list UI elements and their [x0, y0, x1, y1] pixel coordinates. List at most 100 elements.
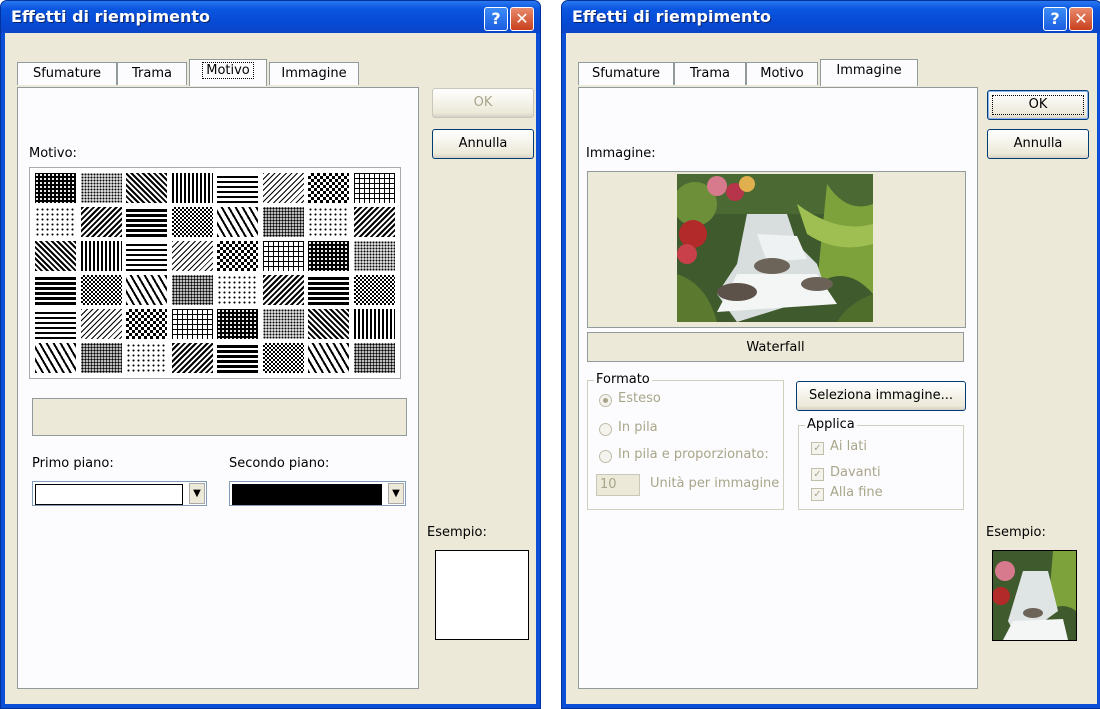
pattern-swatch[interactable] — [34, 342, 77, 374]
sample-preview — [992, 550, 1077, 641]
apply-group-title: Applica — [805, 417, 857, 432]
pattern-swatch[interactable] — [34, 274, 77, 306]
pattern-swatch[interactable] — [79, 308, 123, 340]
close-button[interactable]: ✕ — [510, 7, 534, 31]
pattern-swatch[interactable] — [79, 172, 123, 204]
title-bar[interactable]: Effetti di riempimento ? ✕ — [562, 1, 1100, 33]
tab-motivo[interactable]: Motivo — [189, 59, 267, 86]
pattern-swatch[interactable] — [170, 240, 214, 272]
pattern-swatch[interactable] — [307, 342, 350, 374]
pattern-swatch[interactable] — [170, 274, 214, 306]
tab-trama[interactable]: Trama — [117, 62, 187, 85]
dialog-client-area: Sfumature Trama Motivo Immagine OK Annul… — [566, 33, 1097, 704]
help-button[interactable]: ? — [1043, 7, 1067, 31]
dialog-client-area: Sfumature Trama Motivo Immagine OK Annul… — [5, 33, 536, 704]
pattern-swatch[interactable] — [170, 172, 214, 204]
pattern-swatch[interactable] — [261, 342, 305, 374]
tab-immagine[interactable]: Immagine — [269, 62, 359, 85]
checkbox-alla-fine[interactable]: ✓ — [811, 488, 824, 501]
ok-button[interactable]: OK — [432, 88, 534, 118]
pattern-swatch[interactable] — [307, 274, 350, 306]
pattern-swatch[interactable] — [79, 274, 123, 306]
pattern-swatch[interactable] — [170, 206, 214, 238]
pattern-swatch[interactable] — [125, 172, 168, 204]
pattern-swatch[interactable] — [34, 240, 77, 272]
pattern-swatch[interactable] — [34, 308, 77, 340]
pattern-swatch[interactable] — [261, 172, 305, 204]
tab-immagine[interactable]: Immagine — [820, 59, 918, 86]
pattern-swatch[interactable] — [170, 342, 214, 374]
pattern-swatch[interactable] — [352, 240, 396, 272]
pattern-swatch[interactable] — [352, 172, 396, 204]
pattern-swatch[interactable] — [352, 308, 396, 340]
radio-in-pila-proporzionato[interactable] — [599, 450, 612, 463]
pattern-swatch[interactable] — [216, 342, 259, 374]
pattern-swatch[interactable] — [34, 206, 77, 238]
pattern-swatch[interactable] — [352, 274, 396, 306]
pattern-swatch[interactable] — [79, 240, 123, 272]
pattern-swatch[interactable] — [307, 240, 350, 272]
pattern-swatch[interactable] — [261, 206, 305, 238]
tab-sfumature[interactable]: Sfumature — [578, 62, 674, 85]
pattern-grid — [29, 167, 401, 379]
pattern-swatch[interactable] — [352, 342, 396, 374]
close-button[interactable]: ✕ — [1069, 7, 1093, 31]
units-label: Unità per immagine — [650, 476, 780, 491]
pattern-swatch[interactable] — [125, 342, 168, 374]
focus-rect — [992, 95, 1084, 115]
pattern-swatch[interactable] — [216, 240, 259, 272]
background-swatch — [232, 484, 382, 505]
pattern-swatch[interactable] — [307, 206, 350, 238]
fill-effects-dialog-pattern: Effetti di riempimento ? ✕ Sfumature Tra… — [0, 0, 541, 709]
pattern-swatch[interactable] — [261, 240, 305, 272]
radio-in-pila[interactable] — [599, 423, 612, 436]
pattern-swatch[interactable] — [216, 308, 259, 340]
pattern-swatch[interactable] — [125, 206, 168, 238]
pattern-swatch[interactable] — [307, 308, 350, 340]
checkbox-davanti[interactable]: ✓ — [811, 468, 824, 481]
foreground-swatch — [35, 484, 183, 505]
pattern-swatch[interactable] — [34, 172, 77, 204]
pattern-swatch[interactable] — [125, 274, 168, 306]
chevron-down-icon[interactable]: ▼ — [388, 483, 404, 504]
pattern-swatch[interactable] — [125, 240, 168, 272]
pattern-swatch[interactable] — [79, 206, 123, 238]
cancel-button[interactable]: Annulla — [987, 129, 1089, 159]
waterfall-image — [677, 174, 873, 322]
title-bar[interactable]: Effetti di riempimento ? ✕ — [1, 1, 540, 33]
format-group-title: Formato — [594, 372, 652, 387]
pattern-swatch[interactable] — [125, 308, 168, 340]
pattern-swatch[interactable] — [170, 308, 214, 340]
cancel-button[interactable]: Annulla — [432, 129, 534, 159]
pattern-label: Motivo: — [29, 146, 77, 161]
tab-motivo-label: Motivo — [202, 62, 254, 79]
ok-button[interactable]: OK — [987, 90, 1089, 120]
radio-in-pila-label: In pila — [618, 420, 658, 435]
pattern-swatch[interactable] — [261, 308, 305, 340]
units-input[interactable]: 10 — [596, 474, 640, 496]
pattern-swatch[interactable] — [261, 274, 305, 306]
radio-esteso-label: Esteso — [618, 391, 661, 406]
checkbox-ai-lati[interactable]: ✓ — [811, 442, 824, 455]
tab-motivo[interactable]: Motivo — [746, 62, 818, 85]
chevron-down-icon[interactable]: ▼ — [189, 483, 205, 504]
tab-sfumature[interactable]: Sfumature — [17, 62, 117, 85]
foreground-color-select[interactable]: ▼ — [32, 481, 207, 506]
pattern-swatch[interactable] — [307, 172, 350, 204]
pattern-swatch[interactable] — [216, 274, 259, 306]
pattern-swatch[interactable] — [216, 206, 259, 238]
tab-trama[interactable]: Trama — [674, 62, 746, 85]
background-color-select[interactable]: ▼ — [229, 481, 406, 506]
checkbox-ai-lati-label: Ai lati — [830, 439, 867, 454]
pattern-swatch[interactable] — [352, 206, 396, 238]
help-button[interactable]: ? — [484, 7, 508, 31]
background-label: Secondo piano: — [229, 456, 330, 471]
select-image-button[interactable]: Seleziona immagine... — [796, 381, 966, 411]
radio-esteso[interactable] — [599, 394, 612, 407]
pattern-swatch[interactable] — [79, 342, 123, 374]
image-name-box: Waterfall — [587, 332, 964, 362]
fill-effects-dialog-image: Effetti di riempimento ? ✕ Sfumature Tra… — [561, 0, 1100, 709]
dialog-title: Effetti di riempimento — [572, 7, 771, 26]
pattern-swatch[interactable] — [216, 172, 259, 204]
radio-in-pila-proporzionato-label: In pila e proporzionato: — [618, 447, 769, 462]
